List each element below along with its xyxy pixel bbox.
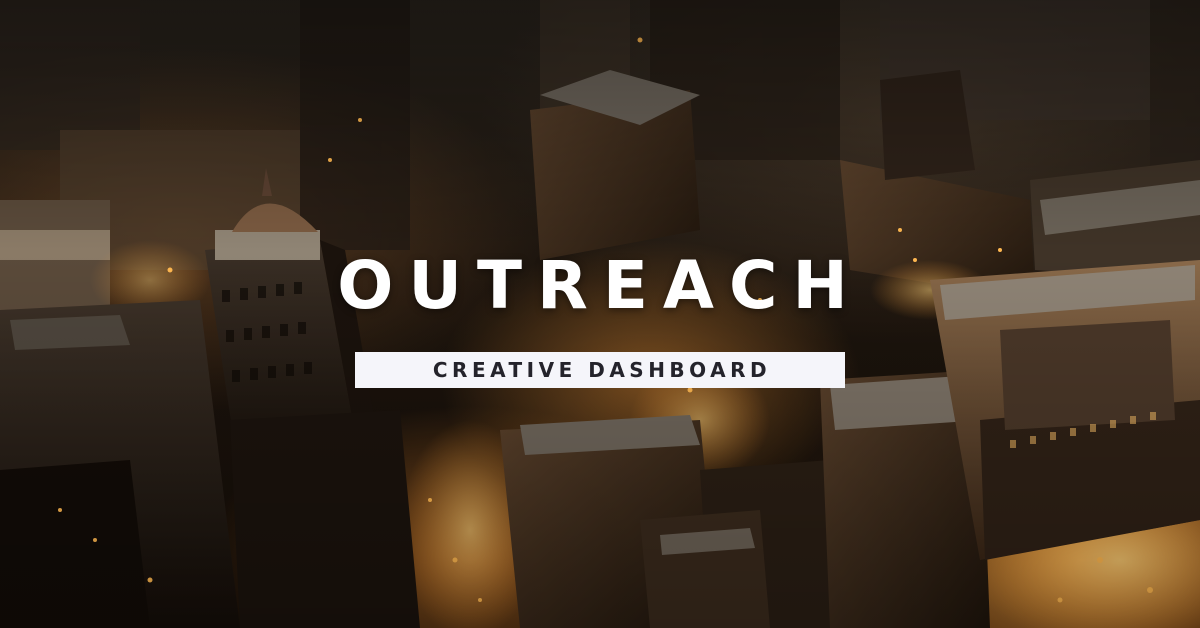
subtitle-text: CREATIVE DASHBOARD [432, 358, 772, 382]
subtitle-label: CREATIVE DASHBOARD [355, 352, 845, 388]
page-title: OUTREACH [337, 247, 863, 324]
banner: OUTREACH CREATIVE DASHBOARD [0, 0, 1200, 628]
title-block: OUTREACH CREATIVE DASHBOARD [0, 0, 1200, 628]
